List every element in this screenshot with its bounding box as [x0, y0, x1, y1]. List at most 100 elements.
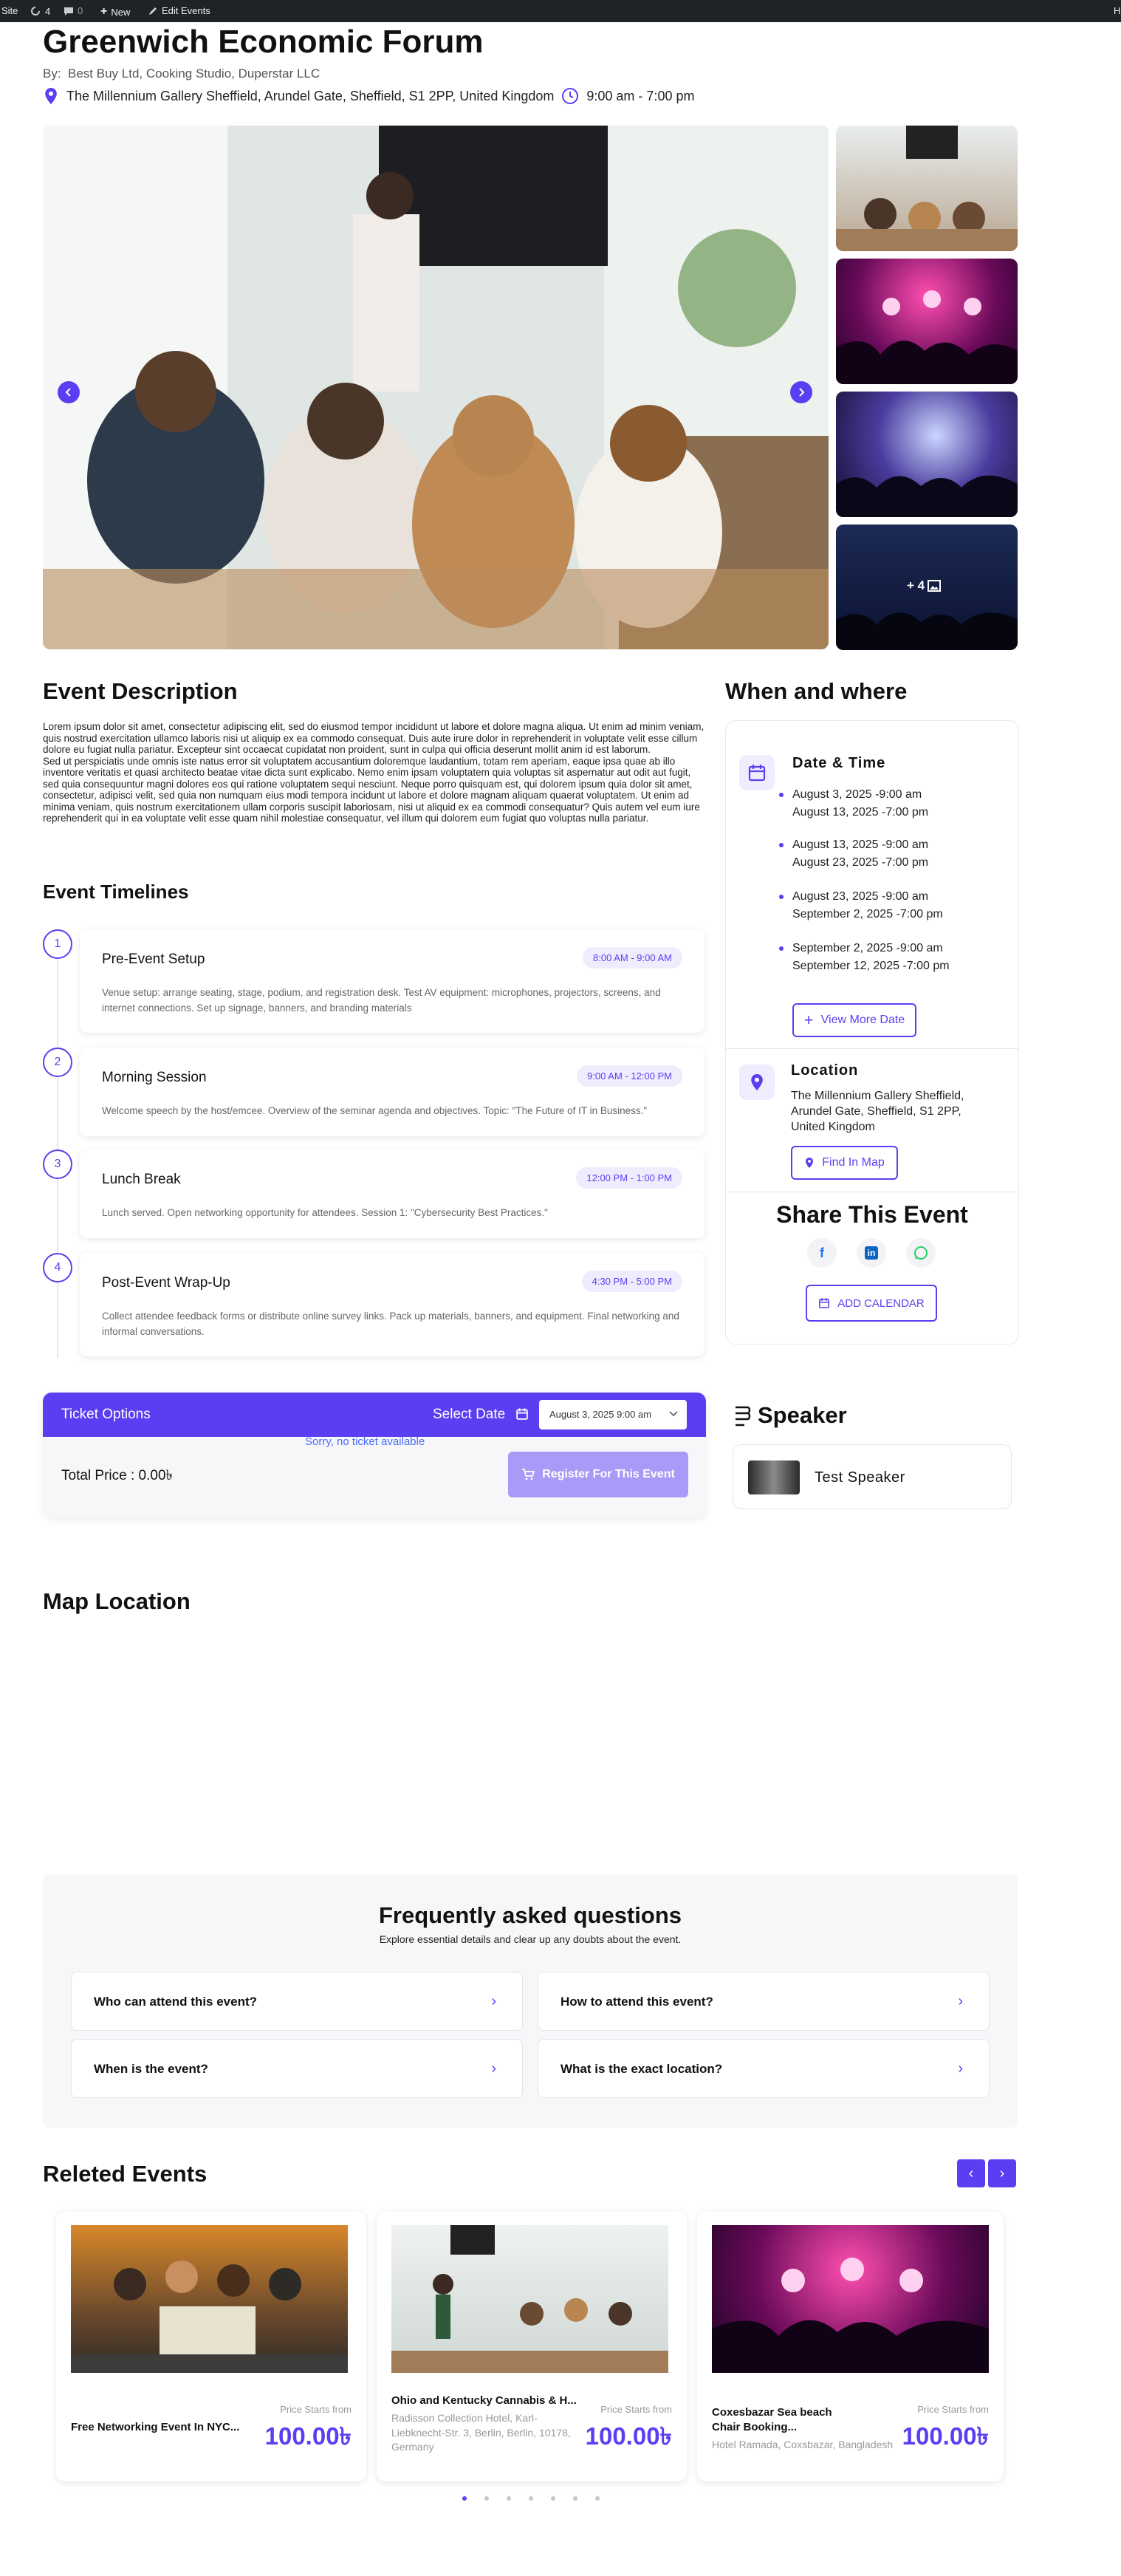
chevron-right-icon: › — [999, 2165, 1005, 2182]
whatsapp-icon — [914, 1246, 928, 1260]
carousel-dot[interactable] — [573, 2496, 577, 2501]
share-whatsapp-button[interactable] — [906, 1238, 936, 1268]
faq-item[interactable]: When is the event? › — [71, 2039, 523, 2098]
timeline-desc: Welcome speech by the host/emcee. Overvi… — [102, 1105, 648, 1116]
ticket-options-heading: Ticket Options — [61, 1407, 151, 1422]
event-name: Free Networking Event In NYC... — [71, 2421, 240, 2433]
event-price: 100.00৳ — [264, 2422, 352, 2450]
timeline-card: Pre-Event Setup 8:00 AM - 9:00 AM Venue … — [80, 929, 705, 1033]
speaker-icon — [736, 1406, 751, 1427]
related-event-card[interactable]: Ohio and Kentucky Cannabis & H... Radiss… — [377, 2212, 687, 2481]
event-name: Ohio and Kentucky Cannabis & H... — [391, 2394, 577, 2407]
related-event-card[interactable]: Coxesbazar Sea beach Chair Booking... Ho… — [697, 2212, 1004, 2481]
event-price: 100.00৳ — [902, 2422, 989, 2450]
admin-edit-link[interactable]: Edit Events — [148, 5, 210, 16]
admin-bar: Site 4 0 + New Edit Events H — [0, 0, 1121, 22]
price-label: Price Starts from — [600, 2404, 672, 2415]
location-icon-box — [739, 1065, 775, 1100]
event-hours: 9:00 am - 7:00 pm — [586, 88, 695, 103]
carousel-dot[interactable] — [595, 2496, 600, 2501]
timeline-time-badge: 4:30 PM - 5:00 PM — [581, 1271, 682, 1292]
admin-new-link[interactable]: + New — [100, 5, 130, 18]
event-name: Coxesbazar Sea beach Chair Booking... — [712, 2406, 832, 2434]
timeline-title: Post-Event Wrap-Up — [102, 1275, 230, 1291]
description-heading: Event Description — [43, 678, 238, 704]
carousel-dot[interactable] — [529, 2496, 533, 2501]
faq-item[interactable]: How to attend this event? › — [538, 1972, 990, 2031]
timeline-card: Lunch Break 12:00 PM - 1:00 PM Lunch ser… — [80, 1149, 705, 1238]
faq-item[interactable]: Who can attend this event? › — [71, 1972, 523, 2031]
faq-item[interactable]: What is the exact location? › — [538, 2039, 990, 2098]
gallery-next-button[interactable] — [790, 381, 812, 403]
carousel-dot[interactable] — [507, 2496, 511, 2501]
timeline-number: 4 — [43, 1253, 72, 1282]
faq-section: Frequently asked questions Explore essen… — [43, 1874, 1018, 2128]
facebook-icon: f — [820, 1245, 824, 1260]
related-event-card[interactable]: Free Networking Event In NYC... Price St… — [56, 2212, 366, 2481]
timeline-number: 2 — [43, 1048, 72, 1077]
gallery-thumb-4[interactable]: + 4 — [836, 525, 1018, 650]
ticket-header: Ticket Options Select Date August 3, 202… — [43, 1393, 706, 1437]
find-in-map-button[interactable]: Find In Map — [791, 1146, 898, 1180]
description-paragraph: Lorem ipsum dolor sit amet, consectetur … — [43, 721, 705, 756]
chevron-right-icon: › — [958, 2060, 963, 2077]
add-calendar-button[interactable]: ADD CALENDAR — [806, 1285, 937, 1322]
seminar-photo — [391, 2225, 668, 2373]
view-more-date-button[interactable]: + View More Date — [792, 1003, 916, 1037]
main-gallery-image[interactable] — [43, 126, 829, 649]
timeline-title: Lunch Break — [102, 1172, 181, 1187]
when-where-card: Date & Time August 3, 2025 -9:00 am Augus… — [725, 720, 1019, 1345]
admin-comments-link[interactable]: 0 — [64, 5, 83, 16]
map-area[interactable] — [43, 1625, 1018, 1847]
speaker-heading: Speaker — [758, 1402, 847, 1428]
gallery-prev-button[interactable] — [58, 381, 80, 403]
gallery-thumb-1[interactable] — [836, 126, 1018, 251]
speaker-card[interactable]: Test Speaker — [733, 1444, 1012, 1509]
admin-site-link[interactable]: Site — [1, 5, 18, 16]
timeline-number: 1 — [43, 929, 72, 959]
clock-icon — [562, 88, 579, 104]
chevron-down-icon — [669, 1411, 678, 1417]
admin-howdy[interactable]: H — [1114, 5, 1120, 16]
related-next-button[interactable]: › — [988, 2159, 1016, 2187]
event-address: Radisson Collection Hotel, Karl-Liebknec… — [391, 2412, 571, 2453]
calendar-icon — [819, 1298, 830, 1308]
carousel-dot-active[interactable] — [462, 2496, 467, 2501]
share-facebook-button[interactable]: f — [807, 1238, 837, 1268]
plus-icon: + — [803, 1011, 814, 1029]
carousel-dot[interactable] — [551, 2496, 555, 2501]
pencil-icon — [149, 7, 157, 15]
timeline-time-badge: 12:00 PM - 1:00 PM — [576, 1167, 682, 1189]
timeline-card: Post-Event Wrap-Up 4:30 PM - 5:00 PM Col… — [80, 1253, 705, 1356]
location-pin-icon — [751, 1074, 763, 1090]
timelines-heading: Event Timelines — [43, 881, 189, 903]
ticket-options-panel: Ticket Options Select Date August 3, 202… — [43, 1393, 706, 1518]
hikers-photo — [71, 2261, 348, 2373]
event-image — [71, 2225, 348, 2373]
related-heading: Releted Events — [43, 2161, 208, 2187]
event-image — [391, 2225, 668, 2373]
event-organizers: By: Best Buy Ltd, Cooking Studio, Dupers… — [43, 66, 320, 81]
share-linkedin-button[interactable]: in — [857, 1238, 886, 1268]
event-meta: The Millennium Gallery Sheffield, Arunde… — [43, 87, 694, 105]
speaker-avatar — [748, 1460, 800, 1494]
admin-updates-link[interactable]: 4 — [30, 5, 50, 17]
more-photos-overlay[interactable]: + 4 — [907, 578, 942, 593]
register-button[interactable]: Register For This Event — [508, 1452, 688, 1497]
no-ticket-message: Sorry, no ticket available — [305, 1435, 425, 1448]
calendar-icon — [516, 1408, 528, 1420]
gallery-thumb-2[interactable] — [836, 259, 1018, 384]
event-image — [712, 2225, 989, 2373]
concert-thumb-photo — [836, 290, 1018, 384]
chevron-right-icon: › — [491, 2060, 496, 2077]
chevron-right-icon: › — [491, 1993, 496, 2009]
gallery-thumb-3[interactable] — [836, 392, 1018, 517]
speaker-name: Test Speaker — [815, 1469, 905, 1486]
timeline-time-badge: 9:00 AM - 12:00 PM — [577, 1065, 682, 1087]
date-select[interactable]: August 3, 2025 9:00 am — [539, 1400, 687, 1429]
timeline-title: Pre-Event Setup — [102, 952, 205, 967]
timeline-desc: Lunch served. Open networking opportunit… — [102, 1207, 548, 1218]
related-prev-button[interactable]: ‹ — [957, 2159, 985, 2187]
datetime-title: Date & Time — [792, 755, 886, 771]
carousel-dot[interactable] — [484, 2496, 489, 2501]
